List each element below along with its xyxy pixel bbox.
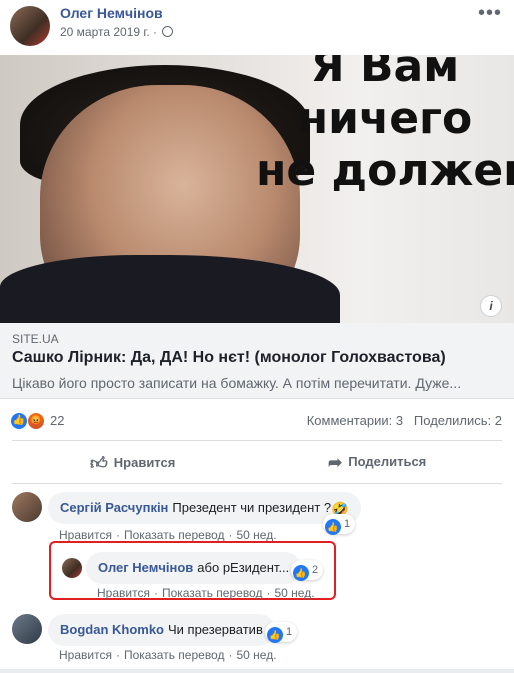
link-preview-box[interactable]: SITE.UA Сашко Лірник: Да, ДА! Но нєт! (м… (0, 323, 514, 399)
comment-text: або рЕзидент... (197, 560, 290, 575)
comment-reply: Олег Немчінов або рЕзидент... 👍 2 Нравится… (0, 548, 514, 600)
comment-avatar[interactable] (62, 558, 82, 578)
post-stats: 👍 😡 22 Комментарии: 3 Поделились: 2 (0, 407, 514, 435)
like-icon: 👍 (293, 565, 309, 581)
comment-author[interactable]: Олег Немчінов (98, 560, 193, 575)
overlay-line: не должен! (256, 145, 514, 196)
comment-reaction-count: 1 (344, 518, 351, 530)
comment: Сергій Расчупкін Презедент чи президент ?… (0, 488, 514, 544)
post-meta: 20 марта 2019 г. · (60, 25, 174, 39)
link-description: Цікаво його просто записати на бомажку. … (12, 375, 462, 391)
thumbs-up-icon: 👍︎ (90, 454, 108, 473)
comment-avatar[interactable] (12, 492, 42, 522)
link-domain: SITE.UA (12, 332, 59, 346)
comment-reaction-count: 2 (312, 564, 319, 576)
like-icon: 👍 (267, 627, 283, 643)
link-title[interactable]: Сашко Лірник: Да, ДА! Но нєт! (монолог Г… (12, 349, 446, 367)
angry-reaction-icon[interactable]: 😡 (27, 412, 45, 430)
reaction-count[interactable]: 22 (50, 413, 64, 428)
comment-text: Презедент чи президент ? (172, 500, 332, 515)
comment-actions: Нравится · Показать перевод · 50 нед. (59, 648, 277, 662)
like-reaction-icon[interactable]: 👍 (10, 412, 28, 430)
link-preview-image[interactable]: Я Вам ничего не должен! i (0, 55, 514, 323)
comment-bubble: Олег Немчінов або рЕзидент... (86, 552, 302, 584)
show-translation-link[interactable]: Показать перевод (124, 648, 225, 662)
shares-count[interactable]: Поделились: 2 (414, 413, 502, 428)
image-overlay-text: Я Вам ничего не должен! (256, 55, 514, 197)
globe-icon (162, 26, 174, 37)
author-avatar[interactable] (10, 6, 50, 46)
comment-bubble: Сергій Расчупкін Презедент чи президент ?… (48, 492, 361, 524)
comment-actions: Нравится · Показать перевод · 50 нед. (59, 528, 277, 542)
show-translation-link[interactable]: Показать перевод (162, 586, 263, 600)
comment-age[interactable]: 50 нед. (274, 586, 314, 600)
post-action-bar: 👍︎ Нравится ➦ Поделиться (12, 440, 502, 484)
post-header: Олег Немчінов 20 марта 2019 г. · ••• (0, 0, 514, 52)
comment-like-link[interactable]: Нравится (59, 648, 112, 662)
overlay-line: ничего (297, 93, 473, 144)
like-button[interactable]: 👍︎ Нравится (90, 453, 175, 474)
share-button-label: Поделиться (348, 454, 427, 469)
share-button[interactable]: ➦ Поделиться (328, 453, 426, 473)
post-date[interactable]: 20 марта 2019 г. (60, 25, 150, 39)
like-button-label: Нравится (113, 455, 176, 470)
comment-age[interactable]: 50 нед. (236, 648, 276, 662)
comment-author[interactable]: Сергій Расчупкін (60, 500, 168, 515)
comments-count[interactable]: Комментарии: 3 (307, 413, 403, 428)
comment-reactions[interactable]: 👍 2 (291, 560, 324, 581)
show-translation-link[interactable]: Показать перевод (124, 528, 225, 542)
comment-reaction-count: 1 (286, 626, 293, 638)
comment-like-link[interactable]: Нравится (59, 528, 112, 542)
bottom-divider (0, 669, 514, 673)
info-icon[interactable]: i (480, 295, 502, 317)
comment-bubble: Bogdan Khomko Чи презерватив (48, 614, 275, 646)
comment-share-counts: Комментарии: 3 Поделились: 2 (307, 413, 502, 428)
share-arrow-icon: ➦ (328, 453, 343, 472)
post-author-name[interactable]: Олег Немчінов (60, 5, 163, 21)
comment-text: Чи презерватив (168, 622, 263, 637)
comment-age[interactable]: 50 нед. (236, 528, 276, 542)
comment-reactions[interactable]: 👍 1 (323, 514, 356, 535)
overlay-line: Я Вам (310, 55, 460, 92)
comment: Bogdan Khomko Чи презерватив 👍 1 Нравится ·… (0, 610, 514, 666)
comment-avatar[interactable] (12, 614, 42, 644)
comment-reactions[interactable]: 👍 1 (265, 622, 298, 643)
comment-author[interactable]: Bogdan Khomko (60, 622, 164, 637)
comment-like-link[interactable]: Нравится (97, 586, 150, 600)
like-icon: 👍 (325, 519, 341, 535)
comment-actions: Нравится · Показать перевод · 50 нед. (97, 586, 315, 600)
more-options-button[interactable]: ••• (478, 2, 502, 25)
